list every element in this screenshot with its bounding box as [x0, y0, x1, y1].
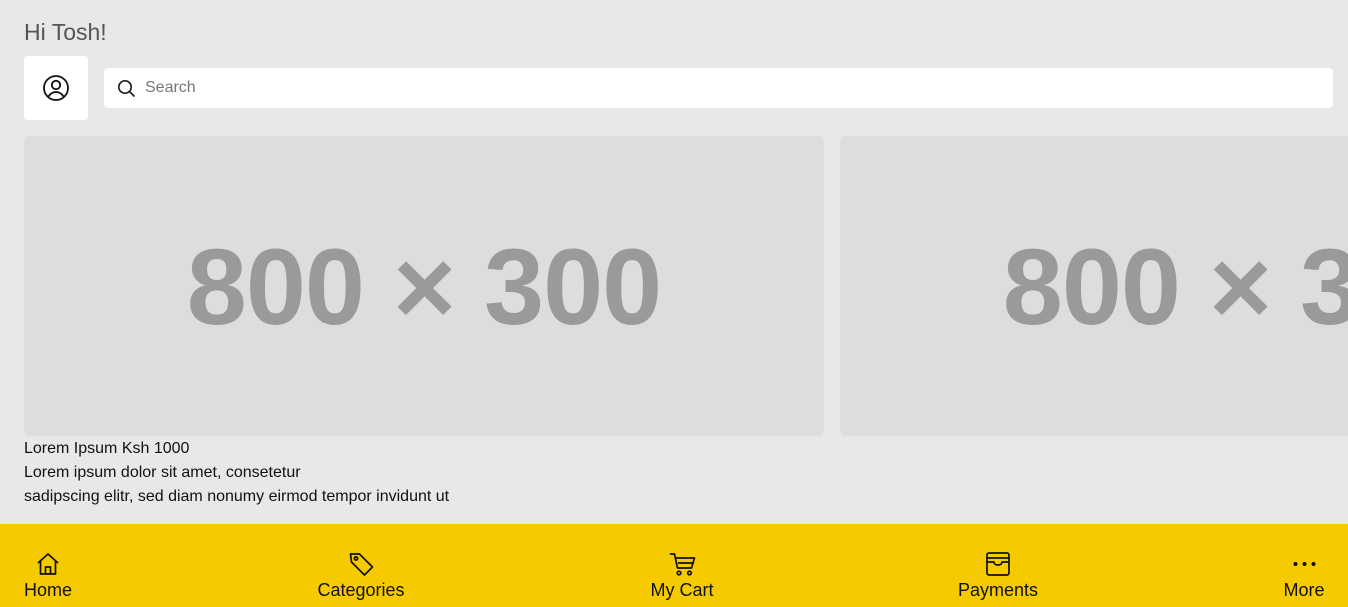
nav-label: My Cart — [650, 580, 714, 600]
banner-slide[interactable]: 800 × 300 — [24, 136, 824, 436]
search-icon — [117, 79, 136, 98]
user-circle-icon — [43, 75, 69, 101]
tag-icon — [347, 550, 375, 578]
more-icon — [1290, 550, 1318, 578]
nav-label: Categories — [317, 580, 405, 600]
nav-item-categories[interactable]: Categories — [317, 524, 405, 607]
nav-item-home[interactable]: Home — [24, 524, 72, 607]
product-description-line: sadipscing elitr, sed diam nonumy eirmod… — [24, 488, 450, 505]
nav-label: More — [1283, 580, 1325, 600]
cart-icon — [668, 550, 696, 578]
placeholder-image-label: 800 × 300 — [1002, 225, 1348, 347]
profile-button[interactable] — [24, 56, 88, 120]
search-input[interactable] — [145, 68, 1333, 108]
nav-label: Home — [23, 580, 73, 600]
product-description-line: Lorem ipsum dolor sit amet, consetetur — [24, 464, 301, 481]
wallet-icon — [984, 550, 1012, 578]
placeholder-image-label: 800 × 300 — [186, 225, 662, 347]
banner-slide[interactable]: 800 × 300 — [840, 136, 1348, 436]
nav-label: Payments — [957, 580, 1039, 600]
nav-item-payments[interactable]: Payments — [958, 524, 1038, 607]
home-icon — [34, 550, 62, 578]
product-info[interactable]: Lorem Ipsum Ksh 1000 Lorem ipsum dolor s… — [24, 437, 449, 509]
product-title-price: Lorem Ipsum Ksh 1000 — [24, 440, 190, 457]
nav-item-my-cart[interactable]: My Cart — [651, 524, 714, 607]
home-screen: Hi Tosh! 800 × 300 800 × 300 Lorem Ipsum… — [0, 0, 1348, 607]
banner-carousel[interactable]: 800 × 300 800 × 300 — [24, 136, 1348, 436]
greeting-text: Hi Tosh! — [24, 19, 107, 45]
nav-item-more[interactable]: More — [1283, 524, 1325, 607]
search-bar[interactable] — [104, 68, 1333, 108]
bottom-navigation: Home Categories My Cart Payments More — [0, 524, 1348, 607]
